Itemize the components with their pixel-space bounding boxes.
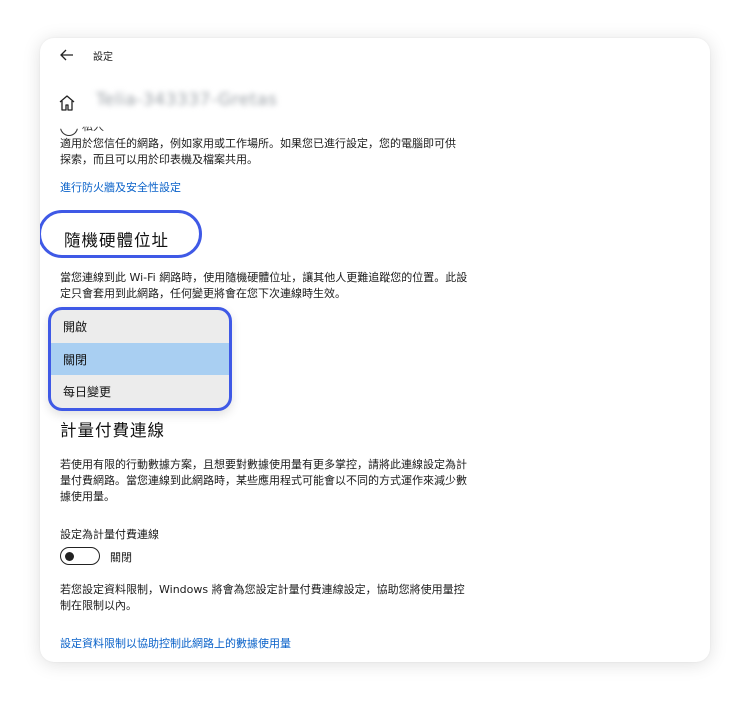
network-name: Telia-343337-Gretas [96,90,278,110]
metered-toggle-label: 設定為計量付費連線 [60,528,159,541]
window-title: 設定 [93,52,113,63]
private-profile-description: 適用於您信任的網路，例如家用或工作場所。如果您已進行設定，您的電腦即可供探索，而… [60,137,456,166]
random-mac-heading: 隨機硬體位址 [64,231,169,250]
firewall-settings-link[interactable]: 進行防火牆及安全性設定 [60,179,181,195]
metered-toggle-state: 關閉 [110,551,132,564]
private-profile-radio[interactable] [60,128,78,136]
home-icon[interactable] [58,94,76,112]
arrow-left-icon [60,49,73,61]
random-mac-dropdown[interactable]: 開啟 關閉 每日變更 [48,307,232,411]
data-limit-description: 若您設定資料限制，Windows 將會為您設定計量付費連線設定，協助您將使用量控… [60,583,465,612]
data-limit-link[interactable]: 設定資料限制以協助控制此網路上的數據使用量 [60,635,291,651]
toggle-knob [65,551,74,561]
metered-toggle[interactable] [60,547,100,565]
dropdown-option-off[interactable]: 關閉 [51,343,229,375]
back-button[interactable] [56,44,78,66]
settings-window: 設定 Telia-343337-Gretas 私人 適用於您信任的網路，例如家用… [40,38,710,662]
random-mac-description: 當您連線到此 Wi-Fi 網路時，使用隨機硬體位址，讓其他人更難追蹤您的位置。此… [60,271,468,300]
dropdown-option-on[interactable]: 開啟 [51,310,229,342]
dropdown-option-daily[interactable]: 每日變更 [51,375,229,407]
private-profile-label: 私人 [82,120,104,133]
metered-connection-heading: 計量付費連線 [60,421,165,440]
metered-description: 若使用有限的行動數據方案，且想要對數據使用量有更多掌控，請將此連線設定為計量付費… [60,458,467,503]
